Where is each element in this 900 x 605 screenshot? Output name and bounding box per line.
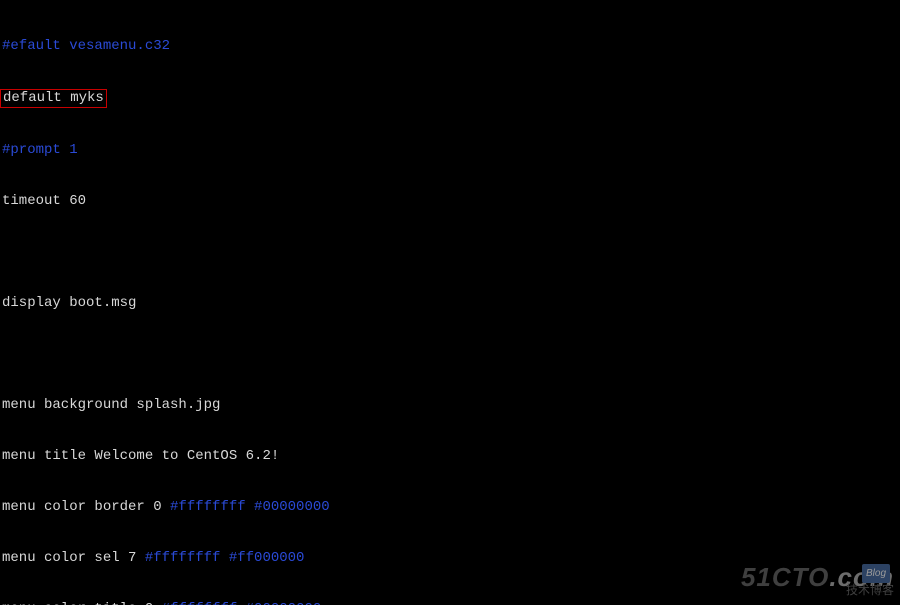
comment-line: #efault vesamenu.c32 [2, 38, 898, 55]
highlight-default: default myks [0, 89, 107, 108]
config-line: menu color border 0 #ffffffff #00000000 [2, 499, 898, 516]
config-line: menu color title 0 #ffffffff #00000000 [2, 601, 898, 605]
config-line: display boot.msg [2, 295, 898, 312]
config-line: menu color sel 7 #ffffffff #ff000000 [2, 550, 898, 567]
config-line: timeout 60 [2, 193, 898, 210]
blank-line [2, 244, 898, 261]
default-line: default myks [2, 89, 898, 108]
config-line: menu title Welcome to CentOS 6.2! [2, 448, 898, 465]
blank-line [2, 346, 898, 363]
comment-line: #prompt 1 [2, 142, 898, 159]
config-line: menu background splash.jpg [2, 397, 898, 414]
terminal-editor[interactable]: #efault vesamenu.c32 default myks #promp… [0, 0, 900, 605]
